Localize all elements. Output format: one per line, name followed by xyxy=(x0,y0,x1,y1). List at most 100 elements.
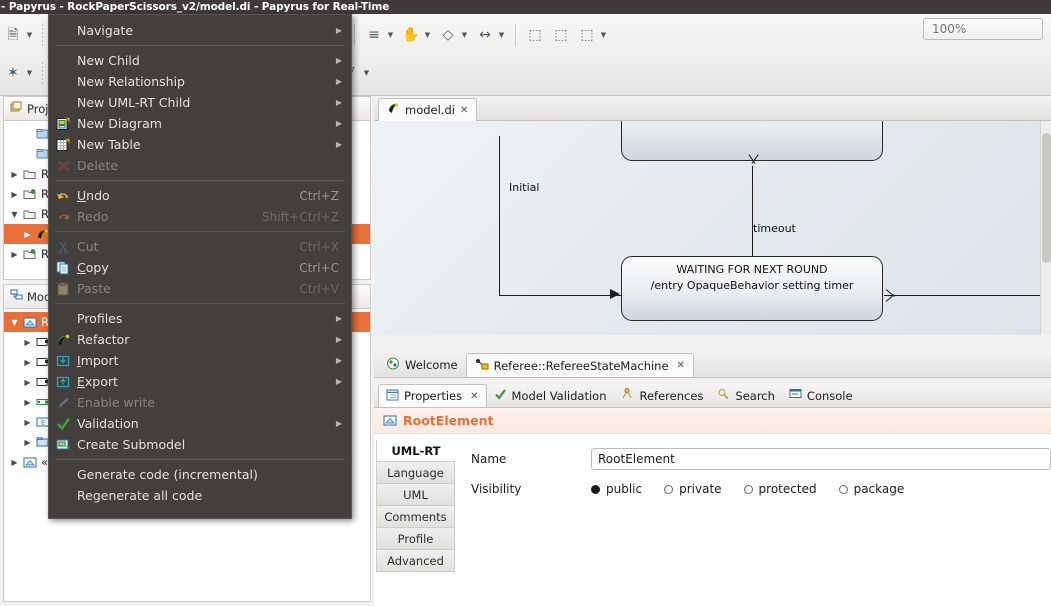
chevron-right-icon: ▶ xyxy=(335,314,342,323)
diagram-canvas[interactable]: Initial timeout WAITING FOR NEXT ROUND /… xyxy=(374,121,1040,335)
toolbar-button-fit-to-view[interactable]: ⬚ ▼ xyxy=(574,20,611,50)
visibility-option-protected[interactable]: protected xyxy=(743,482,817,496)
radio-indicator[interactable] xyxy=(838,484,848,494)
visibility-option-package[interactable]: package xyxy=(838,482,904,496)
zoom-level-value[interactable]: 100% xyxy=(923,18,1043,40)
menu-item-refactor[interactable]: Refactor ▶ xyxy=(49,329,351,350)
menu-item-profiles[interactable]: Profiles ▶ xyxy=(49,308,351,329)
menu-item-label: Undo xyxy=(77,188,110,203)
diagram-state-waiting[interactable]: WAITING FOR NEXT ROUND /entry OpaqueBeha… xyxy=(621,256,883,321)
properties-side-tab-uml[interactable]: UML xyxy=(376,484,455,506)
name-input[interactable]: RootElement xyxy=(591,448,1051,470)
radio-indicator[interactable] xyxy=(743,484,753,494)
visibility-option-private[interactable]: private xyxy=(664,482,722,496)
chevron-down-icon[interactable]: ▼ xyxy=(8,210,21,219)
toolbar-button-debug[interactable]: ✶ ▼ xyxy=(0,58,37,88)
view-tab-console[interactable]: Console xyxy=(782,384,860,407)
chevron-right-icon[interactable]: ▶ xyxy=(21,418,34,427)
diagram-state-waiting-entry: /entry OpaqueBehavior setting timer xyxy=(650,279,854,292)
folder-open-icon xyxy=(21,168,39,180)
chevron-right-icon[interactable]: ▶ xyxy=(21,398,34,407)
visibility-option-label: private xyxy=(679,482,722,496)
chevron-right-icon[interactable]: ▶ xyxy=(21,338,34,347)
toolbar-separator xyxy=(354,24,355,46)
menu-item-navigate[interactable]: Navigate ▶ xyxy=(49,20,351,41)
radio-indicator[interactable] xyxy=(664,484,674,494)
chevron-right-icon[interactable]: ▶ xyxy=(8,190,21,199)
menu-item-accelerator: Ctrl+V xyxy=(299,281,339,296)
chevron-down-icon[interactable]: ▼ xyxy=(361,62,372,84)
chevron-down-icon[interactable]: ▼ xyxy=(24,24,35,46)
bottom-panel: Welcome Referee::RefereeStateMachine ✕ Pro… xyxy=(374,346,1051,606)
properties-side-tab-comments[interactable]: Comments xyxy=(376,506,455,528)
editor-tab-close-icon[interactable]: ✕ xyxy=(460,105,468,116)
project-explorer-icon xyxy=(10,101,23,116)
toolbar-button-resize[interactable]: ↔ ▼ xyxy=(472,20,509,50)
view-tab-search[interactable]: Search xyxy=(710,384,782,407)
bottom-editor-tab-label: Welcome xyxy=(405,358,458,372)
chevron-right-icon[interactable]: ▶ xyxy=(21,378,34,387)
chevron-right-icon: ▶ xyxy=(335,77,342,86)
close-icon[interactable]: ✕ xyxy=(677,360,685,371)
radio-indicator[interactable] xyxy=(591,484,600,494)
diagram-vertical-scrollbar-thumb[interactable] xyxy=(1042,133,1051,263)
menu-item-new-diagram[interactable]: New Diagram ▶ xyxy=(49,113,351,134)
delete-icon xyxy=(49,159,77,173)
menu-item-create-submodel[interactable]: Create Submodel xyxy=(49,434,351,455)
menu-separator xyxy=(55,303,345,304)
chevron-down-icon[interactable]: ▼ xyxy=(422,24,433,46)
menu-item-label: Cut xyxy=(77,239,99,254)
bottom-editor-tab-welcome[interactable]: Welcome xyxy=(378,353,466,377)
diagram-vertical-scrollbar[interactable] xyxy=(1040,121,1051,335)
editor-tab-model-di[interactable]: model.di ✕ xyxy=(378,98,478,121)
diagram-transition-initial-horizontal xyxy=(499,295,623,297)
view-tab-properties[interactable]: Properties ✕ xyxy=(378,384,487,407)
snap-back-icon: ⬚ xyxy=(528,27,542,43)
chevron-right-icon: ▶ xyxy=(335,119,342,128)
bottom-editor-tab-referee-refereestatemachine[interactable]: Referee::RefereeStateMachine ✕ xyxy=(465,353,694,377)
context-menu[interactable]: Navigate ▶ New Child ▶ New Relationship ▶ New … xyxy=(48,14,352,519)
chevron-right-icon[interactable]: ▶ xyxy=(21,230,34,239)
menu-item-new-relationship[interactable]: New Relationship ▶ xyxy=(49,71,351,92)
chevron-right-icon[interactable]: ▶ xyxy=(8,170,21,179)
properties-side-tab-profile[interactable]: Profile xyxy=(376,528,455,550)
zoom-combo[interactable]: 100% xyxy=(917,18,1043,40)
chevron-right-icon: ▶ xyxy=(335,419,342,428)
menu-item-import[interactable]: Import ▶ xyxy=(49,350,351,371)
diagram-state-top[interactable] xyxy=(621,121,883,161)
menu-item-new-child[interactable]: New Child ▶ xyxy=(49,50,351,71)
toolbar-button-justify[interactable]: ≡ ▼ xyxy=(361,20,398,50)
properties-side-tab-advanced[interactable]: Advanced xyxy=(376,550,455,572)
visibility-option-public[interactable]: public xyxy=(591,482,642,496)
view-tab-model-validation[interactable]: Model Validation xyxy=(487,384,614,407)
menu-item-regenerate-all-code[interactable]: Regenerate all code xyxy=(49,485,351,506)
toolbar-button-line-style[interactable]: ◇ ▼ xyxy=(435,20,472,50)
toolbar-button-fill-color[interactable]: ✋ ▼ xyxy=(398,20,435,50)
properties-side-tab-language[interactable]: Language xyxy=(376,462,455,484)
menu-item-validation[interactable]: Validation ▶ xyxy=(49,413,351,434)
menu-item-copy[interactable]: Copy Ctrl+C xyxy=(49,257,351,278)
chevron-down-icon[interactable]: ▼ xyxy=(24,62,35,84)
chevron-down-icon[interactable]: ▼ xyxy=(8,318,21,327)
folder-open-blue-icon xyxy=(21,188,39,200)
chevron-down-icon[interactable]: ▼ xyxy=(459,24,470,46)
toolbar-button-auto-size[interactable]: ⬚ xyxy=(548,20,574,50)
close-icon[interactable]: ✕ xyxy=(470,391,478,402)
toolbar-button-new-wizard[interactable]: 🗎 ▼ xyxy=(0,20,37,50)
menu-item-new-table[interactable]: New Table ▶ xyxy=(49,134,351,155)
menu-item-export[interactable]: Export ▶ xyxy=(49,371,351,392)
line-style-icon: ◇ xyxy=(442,27,454,43)
chevron-down-icon[interactable]: ▼ xyxy=(385,24,396,46)
chevron-down-icon[interactable]: ▼ xyxy=(496,24,507,46)
chevron-down-icon[interactable]: ▼ xyxy=(598,24,609,46)
toolbar-button-snap-back[interactable]: ⬚ xyxy=(522,20,548,50)
chevron-right-icon[interactable]: ▶ xyxy=(8,458,21,467)
menu-item-new-uml-rt-child[interactable]: New UML-RT Child ▶ xyxy=(49,92,351,113)
menu-item-undo[interactable]: Undo Ctrl+Z xyxy=(49,185,351,206)
properties-side-tab-uml-rt[interactable]: UML-RT xyxy=(376,440,455,462)
menu-item-generate-code-incremental[interactable]: Generate code (incremental) xyxy=(49,464,351,485)
chevron-right-icon[interactable]: ▶ xyxy=(8,250,21,259)
view-tab-references[interactable]: References xyxy=(614,384,711,407)
chevron-right-icon[interactable]: ▶ xyxy=(21,358,34,367)
chevron-right-icon[interactable]: ▶ xyxy=(21,438,34,447)
